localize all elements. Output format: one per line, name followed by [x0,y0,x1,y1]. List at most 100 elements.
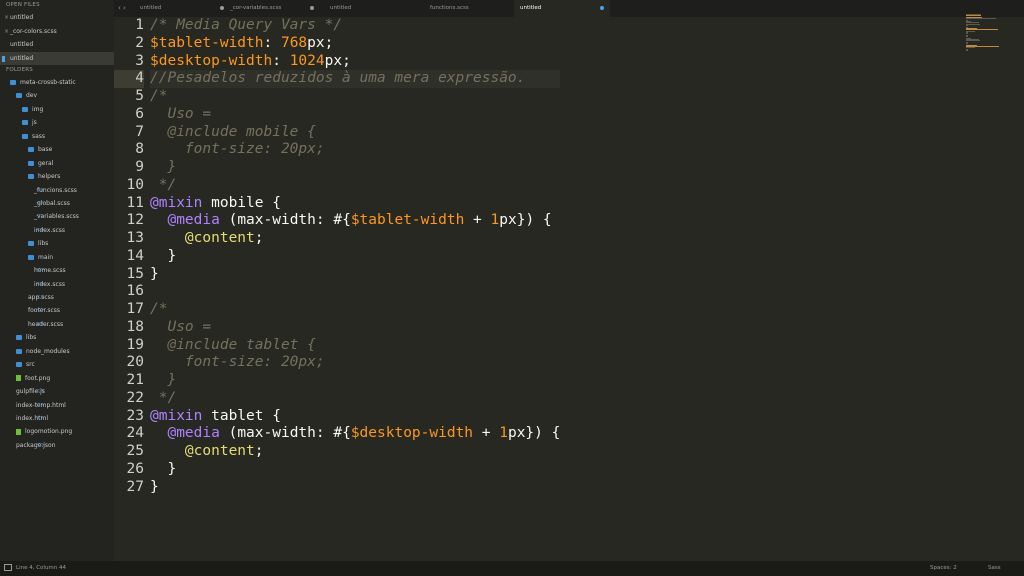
tab[interactable]: untitled [324,0,420,17]
code-line[interactable]: } [150,461,560,479]
tree-item[interactable]: img [0,103,114,116]
tree-item[interactable]: main [0,251,114,264]
tree-item[interactable]: <> home.scss [0,264,114,277]
close-icon[interactable]: × [4,11,9,25]
tree-item[interactable]: <> _variables.scss [0,210,114,223]
code-line[interactable]: */ [150,390,560,408]
line-number: 26 [126,460,144,477]
tree-item[interactable]: geral [0,157,114,170]
code-line[interactable]: /* [150,88,560,106]
tree-item[interactable]: <> index-temp.html [0,399,114,412]
panel-toggle-icon[interactable] [4,564,12,571]
code-token: } [150,372,177,388]
open-file-item[interactable]: untitled [0,51,114,65]
open-file-label: untitled [10,54,34,62]
tab[interactable]: functions.scss [424,0,520,17]
code-line[interactable]: */ [150,177,560,195]
open-file-item[interactable]: × _cor-colors.scss [0,25,114,39]
tree-item[interactable]: <> index.scss [0,224,114,237]
code-line[interactable]: /* [150,301,560,319]
code-line[interactable]: @content; [150,443,560,461]
code-line[interactable]: $desktop-width: 1024px; [150,53,560,71]
tree-item[interactable]: <> header.scss [0,318,114,331]
indentation-indicator[interactable]: Spaces: 2 [930,561,957,576]
code-line[interactable]: @mixin mobile { [150,195,560,213]
code-line[interactable]: @content; [150,230,560,248]
code-token: @content [184,443,255,459]
code-token: */ [150,389,177,406]
tab[interactable]: _cor-variables.scss [224,0,320,17]
line-number: 25 [126,443,144,459]
tree-item-label: geral [38,159,54,167]
tree-item[interactable]: libs [0,237,114,250]
tree-item[interactable]: <> footer.scss [0,304,114,317]
code-line[interactable]: Uso = [150,319,560,337]
open-file-item[interactable]: × untitled [0,11,114,25]
tree-item[interactable]: <> _funcions.scss [0,184,114,197]
tree-item[interactable]: node_modules [0,345,114,358]
code-token: font-size: 20px; [150,141,325,158]
tree-item[interactable]: <> index.html [0,412,114,425]
code-line[interactable]: } [150,159,560,177]
tab-bar: ‹ › untitled _cor-variables.scss untitled f… [114,0,1024,17]
line-number: 24 [126,425,144,442]
code-token: /* [150,88,168,104]
tab-nav-arrows[interactable]: ‹ › [118,0,126,17]
code-token: } [150,478,159,495]
tab-label: untitled [520,5,542,11]
tree-item[interactable]: helpers [0,170,114,183]
code-line[interactable]: } [150,479,560,497]
code-line[interactable]: @include tablet { [150,337,560,355]
minimap[interactable] [966,14,1000,54]
tree-item[interactable]: base [0,143,114,156]
tree-item-label: node_modules [26,347,70,355]
tab[interactable]: untitled [134,0,230,17]
tab[interactable]: untitled [514,0,610,17]
code-line[interactable]: Uso = [150,106,560,124]
tree-item[interactable]: libs [0,331,114,344]
code-line[interactable]: font-size: 20px; [150,141,560,159]
code-line[interactable]: @include mobile { [150,124,560,142]
code-line[interactable]: //Pesadelos reduzidos à uma mera express… [150,70,561,88]
tree-item[interactable]: <> _global.scss [0,197,114,210]
tree-item[interactable]: sass [0,130,114,143]
code-editor[interactable]: 1 2 3 4 5 6 7 8 9 10 11 12 13 14 15 16 17 18 19 20 21 22 23 24 2… [114,17,962,561]
tree-item[interactable]: src [0,358,114,371]
tree-item[interactable]: js [0,116,114,129]
code-token: } [150,247,177,264]
code-line[interactable]: /* Media Query Vars */ [150,17,560,35]
tree-item[interactable]: <> index.scss [0,278,114,291]
folder-icon [16,93,22,99]
code-token: px; [324,52,351,69]
code-line[interactable]: font-size: 20px; [150,354,560,372]
tree-item-label: js [32,119,37,127]
tree-item[interactable]: foot.png [0,372,114,385]
tree-item[interactable]: logomotion.png [0,425,114,438]
code-line[interactable]: } [150,266,560,284]
tree-item[interactable]: dev [0,89,114,102]
unsaved-dot-icon[interactable] [310,6,314,10]
tree-item-label: sass [32,132,46,140]
code-file-icon: <> [36,226,45,233]
code-line[interactable]: @media (max-width: #{$tablet-width + 1px… [150,212,560,230]
code-line[interactable]: @mixin tablet { [150,408,560,426]
tree-item[interactable]: <> package.json [0,439,114,452]
code-token: : [263,34,281,51]
tree-item[interactable]: <> gulpfile.js [0,385,114,398]
code-line[interactable]: } [150,372,560,390]
tree-item[interactable]: meta-crossb-static [0,76,114,89]
code-token: 768 [280,34,308,51]
tree-item[interactable]: <> app.scss [0,291,114,304]
code-line[interactable]: $tablet-width: 768px; [150,35,560,53]
tree-item-label: meta-crossb-static [20,79,76,86]
code-line[interactable]: } [150,248,560,266]
code-line[interactable]: @media (max-width: #{$desktop-width + 1p… [150,425,560,443]
code-file-icon: <> [36,294,45,300]
syntax-indicator[interactable]: Sass [988,561,1001,576]
code-line[interactable] [150,283,560,301]
line-number: 7 [135,123,144,140]
close-icon[interactable]: × [4,25,9,39]
code-area[interactable]: /* Media Query Vars */$tablet-width: 768… [150,17,561,497]
open-file-item[interactable]: untitled [0,38,114,52]
unsaved-dot-icon[interactable] [600,6,604,10]
